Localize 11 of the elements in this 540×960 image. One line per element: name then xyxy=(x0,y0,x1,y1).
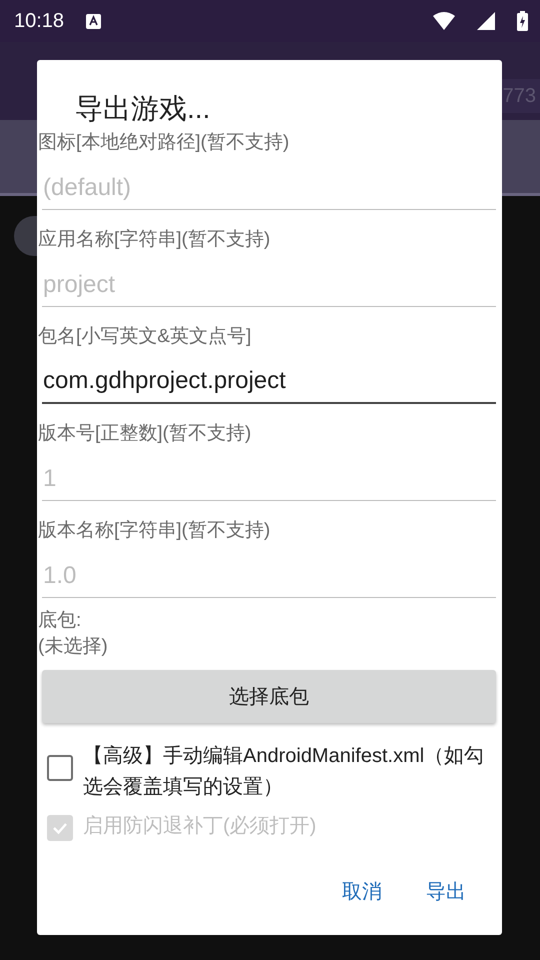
field-label: 包名[小写英文&英文点号] xyxy=(37,325,252,349)
status-time: 10:18 xyxy=(14,10,64,32)
dialog-title: 导出游戏... xyxy=(74,92,212,126)
checkbox-label: 启用防闪退补丁(必须打开) xyxy=(83,814,316,839)
base-package-label: 底包: xyxy=(37,609,82,633)
base-package-value: (未选择) xyxy=(37,635,109,659)
field-label: 应用名称[字符串](暂不支持) xyxy=(37,228,272,252)
field-label: 版本名称[字符串](暂不支持) xyxy=(37,519,272,543)
checkbox-label: 【高级】手动编辑AndroidManifest.xml（如勾选会覆盖填写的设置） xyxy=(83,744,486,800)
field-label: 版本号[正整数](暂不支持) xyxy=(37,422,252,446)
field-label: 图标[本地绝对路径](暂不支持) xyxy=(37,131,290,155)
